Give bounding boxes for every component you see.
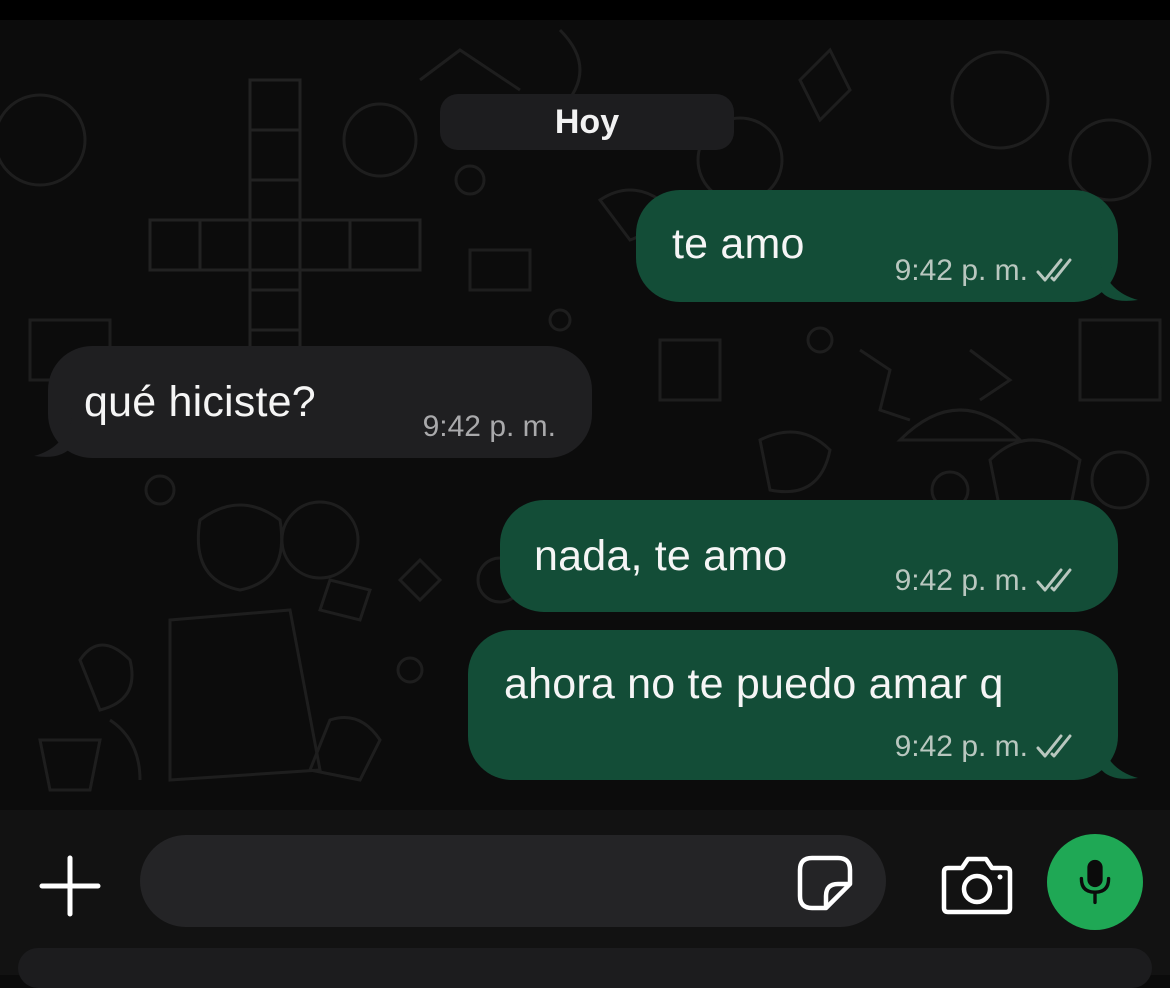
message-text: ahora no te puedo amar q [504, 660, 1004, 708]
message-meta: 9:42 p. m. [895, 730, 1082, 764]
message-bubble-outgoing[interactable]: nada, te amo 9:42 p. m. [500, 500, 1118, 612]
message-meta: 9:42 p. m. [895, 564, 1082, 598]
message-bubble-incoming[interactable]: qué hiciste? 9:42 p. m. [34, 346, 592, 458]
double-check-icon [1036, 568, 1072, 592]
microphone-button[interactable] [1047, 834, 1143, 930]
message-time: 9:42 p. m. [422, 410, 556, 443]
date-separator-chip: Hoy [440, 94, 734, 150]
message-meta: 9:42 p. m. [423, 410, 556, 444]
message-text: qué hiciste? [84, 378, 316, 426]
message-composer [0, 810, 1170, 988]
message-text: te amo [672, 220, 805, 268]
status-bar-edge [0, 0, 1170, 20]
message-meta: 9:42 p. m. [895, 254, 1082, 288]
chat-area[interactable]: Hoy te amo 9:42 p. m. qué hiciste? 9:42 … [0, 20, 1170, 810]
camera-icon[interactable] [940, 854, 1014, 916]
double-check-icon [1036, 734, 1072, 758]
microphone-icon [1079, 859, 1111, 905]
sticker-icon[interactable] [796, 854, 854, 912]
keyboard-edge [18, 948, 1152, 988]
message-text: nada, te amo [534, 532, 788, 580]
message-time: 9:42 p. m. [894, 564, 1028, 597]
bubble-tail [34, 418, 72, 457]
bubble-tail [1100, 740, 1138, 779]
message-input[interactable] [140, 835, 886, 927]
double-check-icon [1036, 258, 1072, 282]
bubble-tail [1100, 262, 1138, 301]
message-bubble-outgoing[interactable]: te amo 9:42 p. m. [636, 190, 1138, 302]
plus-icon[interactable] [38, 854, 102, 918]
message-time: 9:42 p. m. [894, 730, 1028, 763]
message-time: 9:42 p. m. [894, 254, 1028, 287]
message-bubble-outgoing[interactable]: ahora no te puedo amar q 9:42 p. m. [468, 630, 1138, 780]
